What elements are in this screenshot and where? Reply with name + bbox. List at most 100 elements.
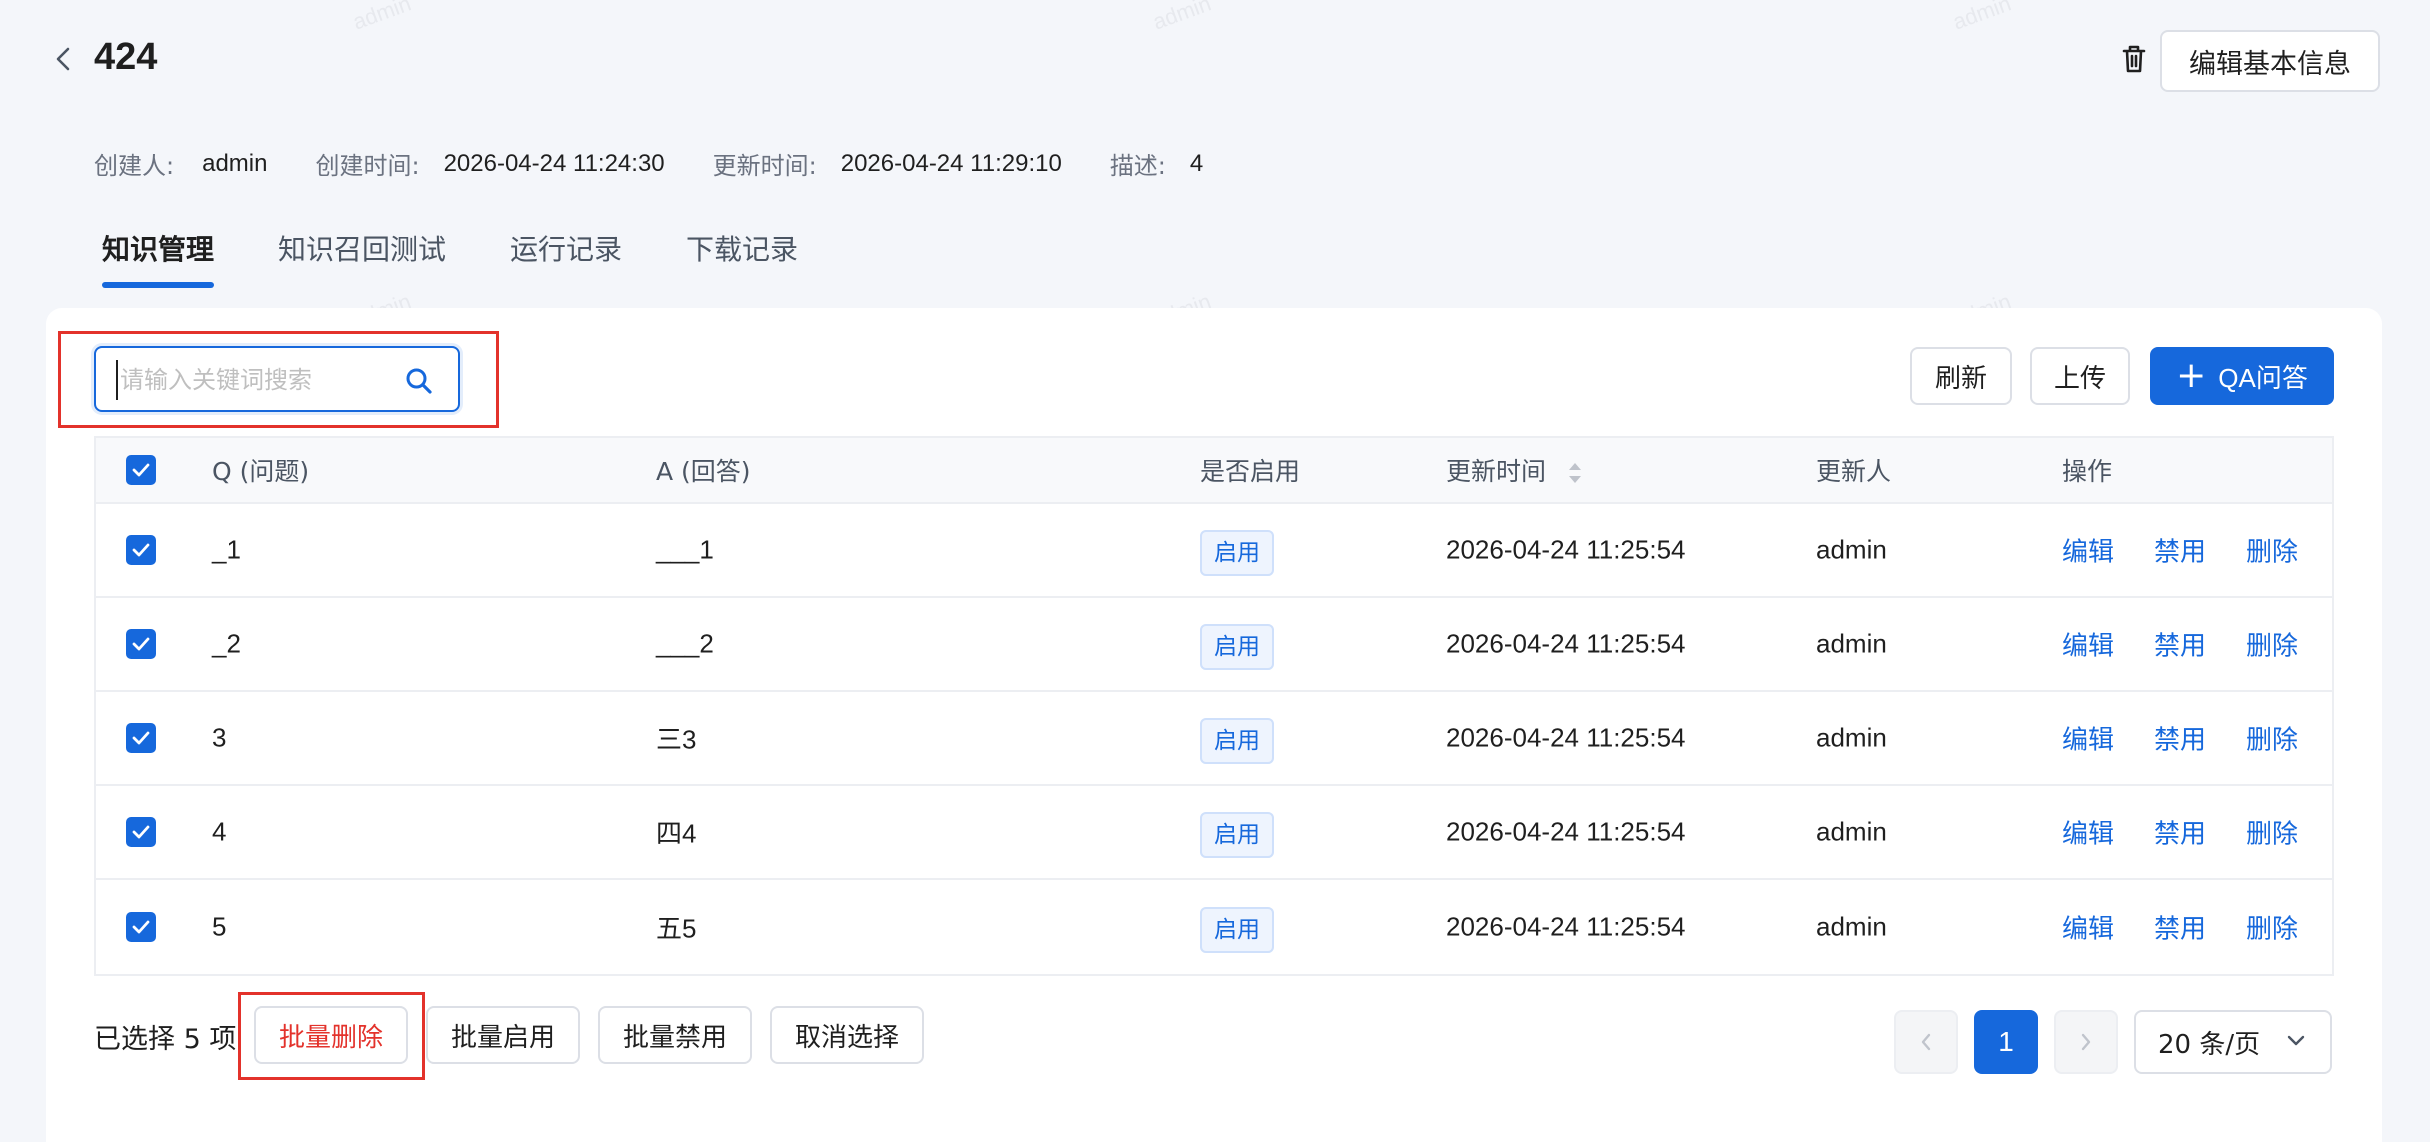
updated-time-cell: 2026-04-24 11:25:54 xyxy=(1446,911,1686,942)
disable-link[interactable]: 禁用 xyxy=(2154,720,2206,757)
table-row: 4 四4 启用 2026-04-24 11:25:54 admin 编辑 禁用 … xyxy=(96,786,2332,880)
header-actions: 操作 xyxy=(2062,457,2113,486)
page-title: 424 xyxy=(94,36,158,78)
disable-link[interactable]: 禁用 xyxy=(2154,814,2206,851)
header-enabled: 是否启用 xyxy=(1200,457,1301,486)
created-time-value: 2026-04-24 11:24:30 xyxy=(443,149,665,177)
next-page-button[interactable] xyxy=(2054,1010,2118,1074)
disable-link[interactable]: 禁用 xyxy=(2154,626,2206,663)
row-checkbox[interactable] xyxy=(126,723,156,753)
back-arrow-icon[interactable] xyxy=(50,44,78,74)
search-box xyxy=(94,346,460,412)
chevron-right-icon xyxy=(2081,1033,2091,1051)
row-checkbox[interactable] xyxy=(126,912,156,942)
tab-knowledge-management[interactable]: 知识管理 xyxy=(102,228,215,288)
updated-by-cell: admin xyxy=(1816,911,1887,942)
delete-trash-icon[interactable] xyxy=(2118,42,2150,76)
status-badge: 启用 xyxy=(1200,718,1274,764)
page-1-button[interactable]: 1 xyxy=(1974,1010,2038,1074)
search-input[interactable] xyxy=(116,360,386,400)
header-question: Q (问题) xyxy=(212,457,310,486)
updated-time-cell: 2026-04-24 11:25:54 xyxy=(1446,816,1686,847)
updated-time-cell: 2026-04-24 11:25:54 xyxy=(1446,534,1686,565)
updated-time-cell: 2026-04-24 11:25:54 xyxy=(1446,628,1686,659)
add-qa-label: QA问答 xyxy=(2218,362,2308,393)
answer-cell: 三3 xyxy=(656,724,697,755)
edit-link[interactable]: 编辑 xyxy=(2062,532,2114,569)
header-updated-time-label: 更新时间 xyxy=(1446,457,1547,486)
header-updated-time[interactable]: 更新时间 xyxy=(1446,452,1584,488)
delete-link[interactable]: 删除 xyxy=(2246,909,2298,946)
header-updated-by: 更新人 xyxy=(1816,457,1892,486)
question-cell: _1 xyxy=(212,534,241,565)
disable-link[interactable]: 禁用 xyxy=(2154,909,2206,946)
updated-time-value: 2026-04-24 11:29:10 xyxy=(840,149,1062,177)
meta-info: 创建人: admin 创建时间: 2026-04-24 11:24:30 更新时… xyxy=(94,146,1203,181)
select-all-checkbox[interactable] xyxy=(126,455,156,485)
updated-by-cell: admin xyxy=(1816,628,1887,659)
edit-link[interactable]: 编辑 xyxy=(2062,626,2114,663)
row-checkbox[interactable] xyxy=(126,535,156,565)
updated-time-cell: 2026-04-24 11:25:54 xyxy=(1446,722,1686,753)
status-badge: 启用 xyxy=(1200,530,1274,576)
updated-by-cell: admin xyxy=(1816,534,1887,565)
selected-count: 已选择 5 项 xyxy=(94,1024,237,1055)
status-badge: 启用 xyxy=(1200,624,1274,670)
creator-label: 创建人: xyxy=(94,152,175,180)
status-badge: 启用 xyxy=(1200,812,1274,858)
tab-recall-test[interactable]: 知识召回测试 xyxy=(278,228,446,288)
plus-icon: + xyxy=(2176,355,2207,396)
edit-link[interactable]: 编辑 xyxy=(2062,720,2114,757)
edit-link[interactable]: 编辑 xyxy=(2062,814,2114,851)
edit-basic-info-button[interactable]: 编辑基本信息 xyxy=(2160,30,2380,92)
table-row: 5 五5 启用 2026-04-24 11:25:54 admin 编辑 禁用 … xyxy=(96,880,2332,974)
row-checkbox[interactable] xyxy=(126,629,156,659)
checkbox-checked-icon xyxy=(126,723,156,753)
table-header: Q (问题) A (回答) 是否启用 更新时间 更新人 操作 xyxy=(96,438,2332,504)
checkbox-checked-icon xyxy=(126,912,156,942)
answer-cell: 五5 xyxy=(656,913,697,944)
delete-link[interactable]: 删除 xyxy=(2246,814,2298,851)
updated-time-label: 更新时间: xyxy=(712,152,817,180)
add-qa-button[interactable]: + QA问答 xyxy=(2150,347,2334,405)
cancel-selection-button[interactable]: 取消选择 xyxy=(770,1006,924,1064)
tab-download-records[interactable]: 下载记录 xyxy=(686,228,798,288)
answer-cell: ___2 xyxy=(656,628,714,659)
chevron-left-icon xyxy=(1921,1033,1931,1051)
tab-run-records[interactable]: 运行记录 xyxy=(510,228,622,288)
prev-page-button[interactable] xyxy=(1894,1010,1958,1074)
row-checkbox[interactable] xyxy=(126,817,156,847)
chevron-down-icon xyxy=(2287,1035,2305,1046)
answer-cell: ___1 xyxy=(656,534,714,565)
page-header: 424 编辑基本信息 xyxy=(40,30,2380,92)
qa-table: Q (问题) A (回答) 是否启用 更新时间 更新人 操作 _1 ___1 启… xyxy=(94,436,2334,976)
batch-enable-button[interactable]: 批量启用 xyxy=(426,1006,580,1064)
updated-by-cell: admin xyxy=(1816,722,1887,753)
tab-bar: 知识管理 知识召回测试 运行记录 下载记录 xyxy=(102,228,862,288)
creator-value: admin xyxy=(202,149,268,177)
question-cell: _2 xyxy=(212,628,241,659)
delete-link[interactable]: 删除 xyxy=(2246,532,2298,569)
disable-link[interactable]: 禁用 xyxy=(2154,532,2206,569)
edit-link[interactable]: 编辑 xyxy=(2062,909,2114,946)
checkbox-checked-icon xyxy=(126,629,156,659)
question-cell: 4 xyxy=(212,816,227,847)
sort-icon[interactable] xyxy=(1566,459,1584,487)
page-size-value: 20 条/页 xyxy=(2158,1029,2261,1060)
search-icon[interactable] xyxy=(404,366,434,396)
refresh-button[interactable]: 刷新 xyxy=(1910,347,2012,405)
question-cell: 3 xyxy=(212,722,227,753)
delete-link[interactable]: 删除 xyxy=(2246,720,2298,757)
delete-link[interactable]: 删除 xyxy=(2246,626,2298,663)
upload-button[interactable]: 上传 xyxy=(2030,347,2130,405)
updated-by-cell: admin xyxy=(1816,816,1887,847)
page-size-select[interactable]: 20 条/页 xyxy=(2134,1010,2332,1074)
description-label: 描述: xyxy=(1109,152,1166,180)
batch-delete-button[interactable]: 批量删除 xyxy=(254,1006,408,1064)
description-value: 4 xyxy=(1189,149,1204,177)
batch-disable-button[interactable]: 批量禁用 xyxy=(598,1006,752,1064)
table-row: _2 ___2 启用 2026-04-24 11:25:54 admin 编辑 … xyxy=(96,598,2332,692)
table-row: _1 ___1 启用 2026-04-24 11:25:54 admin 编辑 … xyxy=(96,504,2332,598)
checkbox-checked-icon xyxy=(126,535,156,565)
status-badge: 启用 xyxy=(1200,907,1274,953)
